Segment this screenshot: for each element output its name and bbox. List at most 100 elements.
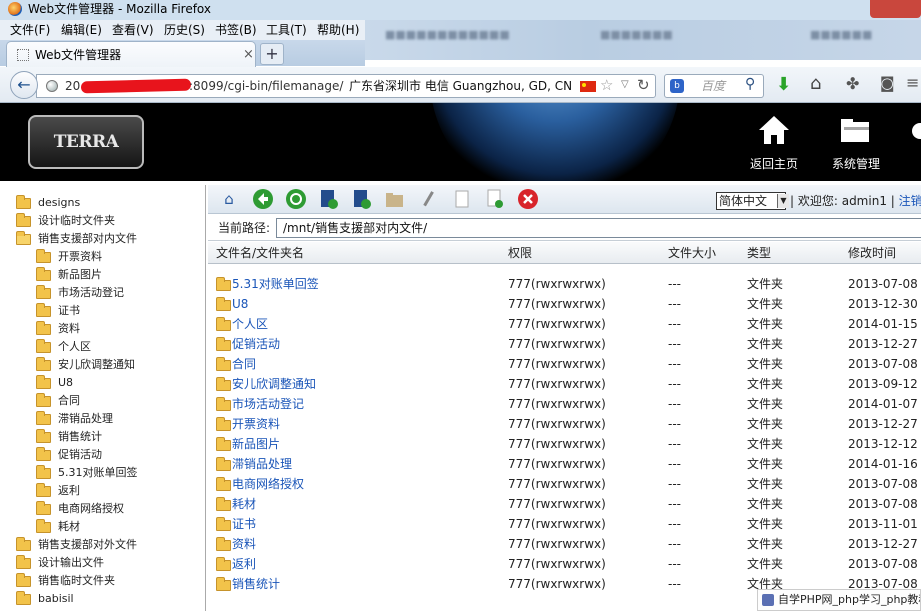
copy-icon[interactable] <box>451 188 473 210</box>
tree-item-label: babisil <box>38 592 74 605</box>
folder-icon <box>36 393 51 407</box>
browser-home-icon[interactable]: ⌂ <box>810 73 821 94</box>
cell-type: 文件夹 <box>747 317 784 331</box>
search-icon[interactable]: ⚲ <box>745 76 755 92</box>
tree-item-label: 新品图片 <box>58 268 102 281</box>
window-close-button[interactable] <box>870 0 921 18</box>
reload-icon[interactable]: ↻ <box>637 76 650 94</box>
redaction-mark <box>80 78 192 94</box>
cell-name[interactable]: U8 <box>232 294 248 314</box>
table-row[interactable]: 市场活动登记 777(rwxrwxrwx) --- 文件夹 2014-01-07 1 <box>208 394 921 414</box>
window-title: Web文件管理器 - Mozilla Firefox <box>28 2 212 16</box>
tree-item-label: 设计临时文件夹 <box>38 214 115 227</box>
col-name-header[interactable]: 文件名/文件夹名 <box>216 242 304 264</box>
col-type-header[interactable]: 类型 <box>747 242 771 264</box>
refresh-icon[interactable] <box>285 188 307 210</box>
logout-link[interactable]: 注销 <box>899 194 921 208</box>
cell-name[interactable]: 耗材 <box>232 494 256 514</box>
cell-name[interactable]: 证书 <box>232 514 256 534</box>
col-mtime-header[interactable]: 修改时间 <box>848 242 896 264</box>
cell-name[interactable]: 合同 <box>232 354 256 374</box>
cell-name[interactable]: 个人区 <box>232 314 268 334</box>
col-size-header[interactable]: 文件大小 <box>668 242 716 264</box>
cell-name[interactable]: 电商网络授权 <box>232 474 304 494</box>
screenshot-icon[interactable]: ◙ <box>880 74 895 92</box>
table-row[interactable]: 电商网络授权 777(rwxrwxrwx) --- 文件夹 2013-07-08 1 <box>208 474 921 494</box>
back-button[interactable]: ← <box>10 71 38 99</box>
tab-web-file-manager[interactable]: Web文件管理器 × <box>6 41 256 68</box>
url-text: :8099/cgi-bin/filemanage/ <box>189 79 344 93</box>
download-file-icon[interactable] <box>351 188 373 210</box>
table-row[interactable]: 证书 777(rwxrwxrwx) --- 文件夹 2013-11-01 1 <box>208 514 921 534</box>
table-row[interactable]: 合同 777(rwxrwxrwx) --- 文件夹 2013-07-08 1 <box>208 354 921 374</box>
cell-name[interactable]: 5.31对账单回签 <box>232 274 319 294</box>
table-row[interactable]: 返利 777(rwxrwxrwx) --- 文件夹 2013-07-08 1 <box>208 554 921 574</box>
table-row[interactable]: U8 777(rwxrwxrwx) --- 文件夹 2013-12-30 0 <box>208 294 921 314</box>
table-row[interactable]: 5.31对账单回签 777(rwxrwxrwx) --- 文件夹 2013-07-08 … <box>208 274 921 294</box>
table-row[interactable]: 个人区 777(rwxrwxrwx) --- 文件夹 2014-01-15 1 <box>208 314 921 334</box>
nav-system-button[interactable]: 系统管理 <box>824 113 888 177</box>
ip-location-text: 广东省深圳市 电信 Guangzhou, GD, CN <box>349 79 573 93</box>
language-select[interactable]: 简体中文 ▼ <box>716 192 789 210</box>
cell-name[interactable]: 资料 <box>232 534 256 554</box>
delete-icon[interactable] <box>517 188 539 210</box>
menu-view[interactable]: 查看(V) <box>112 22 154 38</box>
cell-name[interactable]: 开票资料 <box>232 414 280 434</box>
nav-system-label: 系统管理 <box>831 157 880 171</box>
new-file-icon[interactable] <box>484 188 506 210</box>
addon-icon[interactable]: ✤ <box>846 74 859 93</box>
folder-icon <box>16 555 31 569</box>
menu-history[interactable]: 历史(S) <box>164 22 205 38</box>
tree-item-label: 销售临时文件夹 <box>38 574 115 587</box>
table-row[interactable]: 开票资料 777(rwxrwxrwx) --- 文件夹 2013-12-27 1 <box>208 414 921 434</box>
nav-home-button[interactable]: 返回主页 <box>744 113 804 177</box>
table-row[interactable]: 滞销品处理 777(rwxrwxrwx) --- 文件夹 2014-01-16 1 <box>208 454 921 474</box>
cell-name[interactable]: 滞销品处理 <box>232 454 292 474</box>
url-prefix: 20 <box>65 79 81 93</box>
cell-size: --- <box>668 297 681 311</box>
back-icon[interactable] <box>252 188 274 210</box>
url-bar[interactable]: 20 :8099/cgi-bin/filemanage/ 广东省深圳市 电信 G… <box>36 74 656 98</box>
more-nav-icon[interactable] <box>912 123 921 139</box>
cell-name[interactable]: 市场活动登记 <box>232 394 304 414</box>
table-row[interactable]: 安儿欣调整通知 777(rwxrwxrwx) --- 文件夹 2013-09-12 1 <box>208 374 921 394</box>
rename-icon[interactable] <box>418 188 440 210</box>
folder-icon <box>36 339 51 353</box>
path-input[interactable]: /mnt/销售支援部对内文件/ <box>276 218 921 238</box>
download-icon[interactable]: ⬇ <box>776 74 791 95</box>
cell-name[interactable]: 返利 <box>232 554 256 574</box>
upload-icon[interactable] <box>318 188 340 210</box>
menu-edit[interactable]: 编辑(E) <box>61 22 102 38</box>
home-icon[interactable]: ⌂ <box>218 188 240 210</box>
menu-help[interactable]: 帮助(H) <box>317 22 359 38</box>
bookmark-star-icon[interactable]: ☆ <box>600 76 613 94</box>
table-row[interactable]: 促销活动 777(rwxrwxrwx) --- 文件夹 2013-12-27 1 <box>208 334 921 354</box>
new-tab-button[interactable]: + <box>260 43 284 65</box>
browser-menu-icon[interactable]: ≡ <box>906 73 919 92</box>
folder-stack-icon <box>841 119 870 142</box>
path-label: 当前路径: <box>218 221 271 235</box>
cell-name[interactable]: 新品图片 <box>232 434 280 454</box>
tab-close-icon[interactable]: × <box>243 47 254 62</box>
menu-tools[interactable]: 工具(T) <box>266 22 307 38</box>
cell-size: --- <box>668 577 681 591</box>
baidu-engine-icon[interactable]: b <box>670 79 684 93</box>
cell-mtime: 2013-12-27 1 <box>848 337 921 351</box>
globe-icon <box>46 80 58 92</box>
table-row[interactable]: 资料 777(rwxrwxrwx) --- 文件夹 2013-12-27 1 <box>208 534 921 554</box>
table-row[interactable]: 新品图片 777(rwxrwxrwx) --- 文件夹 2013-12-12 0 <box>208 434 921 454</box>
cell-mtime: 2014-01-16 1 <box>848 457 921 471</box>
menu-file[interactable]: 文件(F) <box>10 22 50 38</box>
search-box[interactable]: b 百度 ⚲ <box>664 74 764 98</box>
cell-perm: 777(rwxrwxrwx) <box>508 397 606 411</box>
table-row[interactable]: 耗材 777(rwxrwxrwx) --- 文件夹 2013-07-08 1 <box>208 494 921 514</box>
cell-name[interactable]: 安儿欣调整通知 <box>232 374 316 394</box>
url-dropdown-icon[interactable]: ▽ <box>621 79 629 90</box>
menu-bookmarks[interactable]: 书签(B) <box>215 22 257 38</box>
cell-name[interactable]: 销售统计 <box>232 574 280 594</box>
col-perm-header[interactable]: 权限 <box>508 242 532 264</box>
new-folder-icon[interactable] <box>384 188 406 210</box>
tree-item-label: 证书 <box>58 304 80 317</box>
cell-type: 文件夹 <box>747 477 784 491</box>
cell-name[interactable]: 促销活动 <box>232 334 280 354</box>
